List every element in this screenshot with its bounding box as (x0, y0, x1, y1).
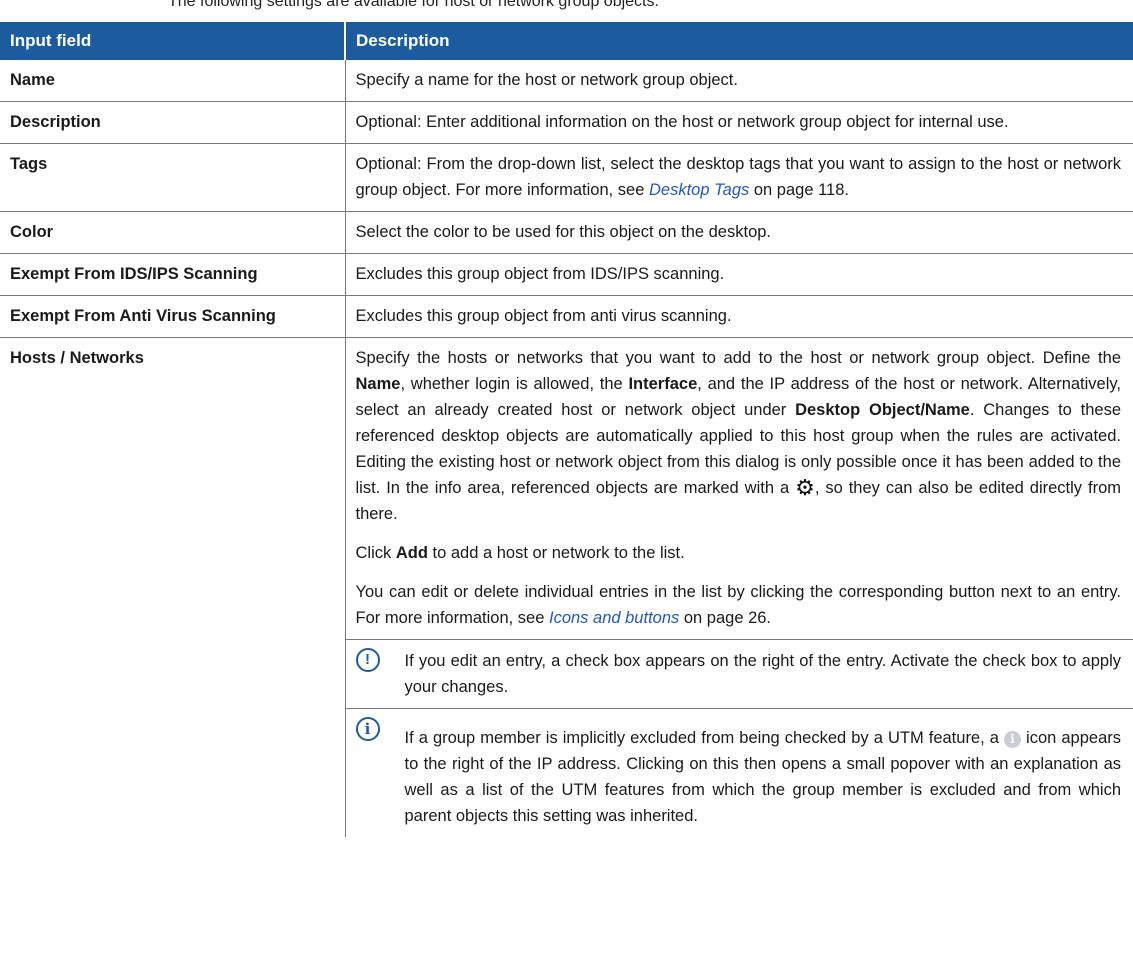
table-row: Description Optional: Enter additional i… (0, 101, 1133, 144)
settings-table: Input field Description Name Specify a n… (0, 22, 1133, 837)
paragraph: You can edit or delete individual entrie… (355, 583, 1122, 627)
table-header-row: Input field Description (0, 22, 1133, 60)
text: on page 118. (749, 181, 849, 199)
table-row: Tags Optional: From the drop-down list, … (0, 143, 1133, 212)
table-caption: The following settings are available for… (168, 0, 659, 10)
desktop-tags-link[interactable]: Desktop Tags (649, 181, 749, 199)
paragraph: Specify the hosts or networks that you w… (355, 349, 1122, 523)
header-input-field: Input field (0, 22, 345, 60)
gear-icon: ⚙ (795, 475, 815, 500)
field-name: Exempt From IDS/IPS Scanning (0, 253, 346, 296)
field-name: Exempt From Anti Virus Scanning (0, 295, 346, 338)
description-cell: Excludes this group object from IDS/IPS … (345, 253, 1133, 296)
note-warning: ! If you edit an entry, a check box appe… (345, 639, 1133, 708)
table-row: Exempt From Anti Virus Scanning Excludes… (0, 295, 1133, 338)
table-row: Color Select the color to be used for th… (0, 211, 1133, 254)
exclamation-icon: ! (355, 648, 380, 672)
field-name: Name (0, 60, 346, 102)
info-dot-icon: i (1003, 731, 1021, 748)
field-name: Description (0, 101, 346, 144)
description-cell: Specify a name for the host or network g… (345, 60, 1133, 102)
description-cell: Specify the hosts or networks that you w… (345, 338, 1133, 838)
field-name: Tags (0, 143, 346, 212)
note-text: If you edit an entry, a check box appear… (404, 652, 1122, 696)
description-cell: Excludes this group object from anti vir… (345, 295, 1133, 338)
table-row: Name Specify a name for the host or netw… (0, 60, 1133, 102)
description-cell: Select the color to be used for this obj… (345, 211, 1133, 254)
table-row: Hosts / Networks Specify the hosts or ne… (0, 337, 1133, 838)
paragraph: Click Add to add a host or network to th… (355, 544, 685, 562)
field-name: Color (0, 211, 346, 254)
info-icon: i (355, 717, 380, 741)
description-cell: Optional: Enter additional information o… (345, 101, 1133, 144)
description-cell: Optional: From the drop-down list, selec… (345, 143, 1133, 212)
note-info: i If a group member is implicitly exclud… (345, 708, 1133, 829)
table-row: Exempt From IDS/IPS Scanning Excludes th… (0, 253, 1133, 296)
note-text: If a group member is implicitly excluded… (404, 729, 1122, 825)
header-description: Description (344, 22, 1133, 60)
icons-and-buttons-link[interactable]: Icons and buttons (549, 609, 679, 627)
field-name: Hosts / Networks (0, 337, 346, 837)
